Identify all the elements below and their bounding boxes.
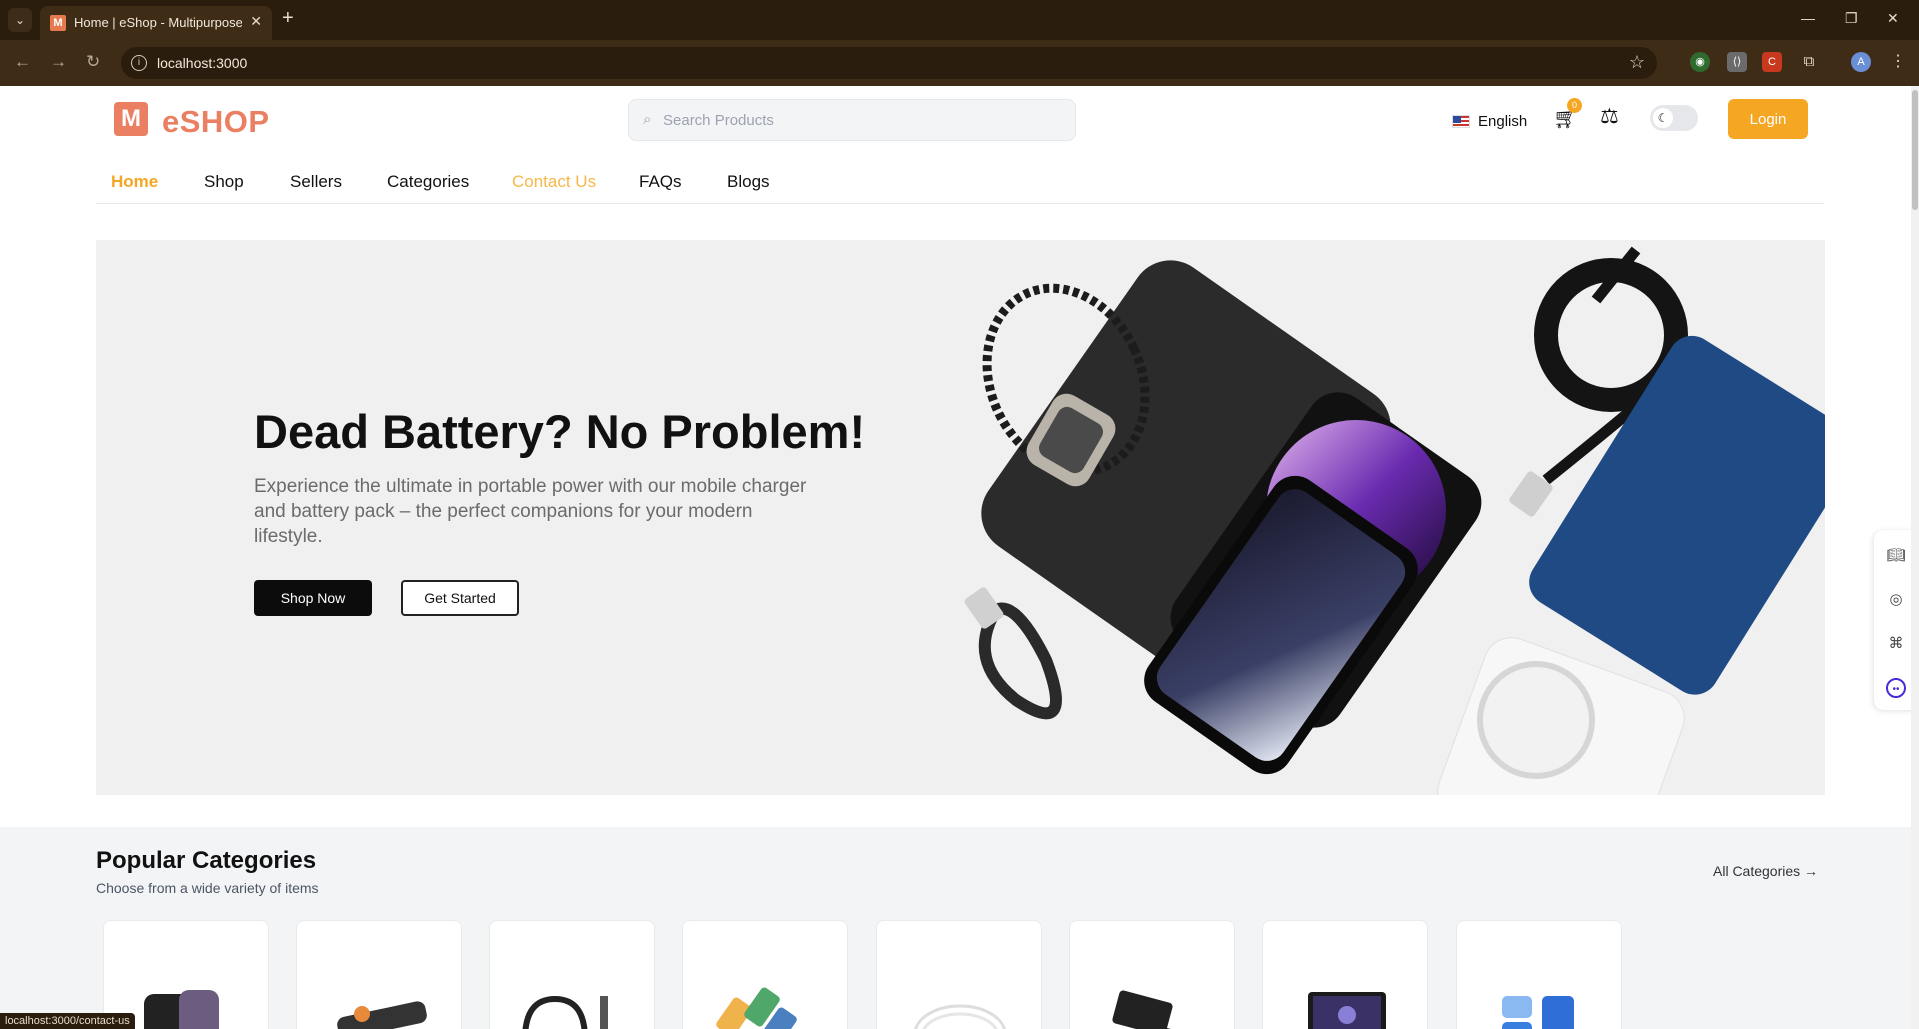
main-nav: Home Shop Sellers Categories Contact Us … xyxy=(96,150,1824,204)
close-window-icon[interactable]: ✕ xyxy=(1887,10,1899,27)
page: M eSHOP ⌕ English 🛒︎ 0 ⚖ ☾ Login Home Sh… xyxy=(0,86,1919,1029)
hero-title: Dead Battery? No Problem! xyxy=(254,405,866,458)
page-scrollbar[interactable] xyxy=(1911,86,1919,1029)
profile-avatar[interactable]: A xyxy=(1851,52,1871,72)
us-flag-icon xyxy=(1452,115,1470,128)
hero-product-image xyxy=(964,246,1825,795)
assistant-icon[interactable]: •• xyxy=(1886,678,1906,698)
forward-icon[interactable]: → xyxy=(50,52,67,72)
tab-search-button[interactable]: ⌄ xyxy=(8,8,32,32)
reload-icon[interactable]: ↻ xyxy=(86,52,100,72)
category-image xyxy=(1308,992,1386,1029)
search-icon: ⌕ xyxy=(643,111,652,128)
moon-icon: ☾ xyxy=(1653,108,1673,128)
shop-now-button[interactable]: Shop Now xyxy=(254,580,372,616)
back-icon[interactable]: ← xyxy=(14,52,31,72)
site-logo[interactable]: M eSHOP xyxy=(114,100,314,140)
hero-subtitle: Experience the ultimate in portable powe… xyxy=(254,476,807,547)
login-button[interactable]: Login xyxy=(1728,99,1808,139)
link-status-bar: localhost:3000/contact-us xyxy=(0,1013,135,1029)
category-card-3[interactable] xyxy=(489,920,655,1029)
browser-menu-icon[interactable]: ⋮ xyxy=(1888,52,1908,72)
logo-text: eSHOP xyxy=(162,104,270,139)
browser-tab-bar: ⌄ M Home | eShop - Multipurpose E ✕ + — … xyxy=(0,0,1919,40)
extensions-puzzle-icon[interactable]: ⧉ xyxy=(1799,52,1819,72)
compare-scale-icon[interactable]: ⚖ xyxy=(1600,104,1619,129)
nav-blogs[interactable]: Blogs xyxy=(727,172,770,192)
popular-title: Popular Categories xyxy=(96,847,317,874)
broadcast-icon[interactable]: ◎ xyxy=(1886,590,1906,610)
category-card-8[interactable] xyxy=(1456,920,1622,1029)
cart-count-badge: 0 xyxy=(1567,98,1582,113)
category-card-5[interactable] xyxy=(876,920,1042,1029)
popular-categories-section: Popular Categories Choose from a wide va… xyxy=(0,827,1911,1029)
category-card-4[interactable] xyxy=(682,920,848,1029)
logo-mark: M xyxy=(114,102,148,136)
bookmark-star-icon[interactable]: ☆ xyxy=(1629,52,1645,73)
nav-contact-us[interactable]: Contact Us xyxy=(512,172,596,192)
language-label: English xyxy=(1478,113,1528,130)
minimize-icon[interactable]: — xyxy=(1801,10,1815,26)
nav-faqs[interactable]: FAQs xyxy=(639,172,682,192)
grid-icon[interactable]: ⌘ xyxy=(1886,634,1906,654)
new-tab-button[interactable]: + xyxy=(282,7,294,30)
all-categories-link[interactable]: All Categories → xyxy=(1713,863,1818,879)
tab-title: Home | eShop - Multipurpose E xyxy=(74,15,242,30)
arrow-right-icon: → xyxy=(1804,863,1819,879)
category-image xyxy=(716,987,797,1029)
site-info-icon[interactable]: i xyxy=(131,55,147,71)
nav-sellers[interactable]: Sellers xyxy=(290,172,342,192)
category-card-7[interactable] xyxy=(1262,920,1428,1029)
browser-tab[interactable]: M Home | eShop - Multipurpose E ✕ xyxy=(40,6,272,40)
nav-home[interactable]: Home xyxy=(111,172,158,192)
close-icon[interactable]: ✕ xyxy=(250,13,262,30)
tab-favicon: M xyxy=(50,15,66,31)
restore-icon[interactable]: ❐ xyxy=(1845,10,1858,27)
nav-shop[interactable]: Shop xyxy=(204,172,244,192)
get-started-button[interactable]: Get Started xyxy=(401,580,519,616)
book-icon[interactable]: 📖︎ xyxy=(1886,546,1906,566)
address-bar[interactable]: i localhost:3000 ☆ xyxy=(121,47,1657,79)
browser-toolbar: ← → ↻ i localhost:3000 ☆ xyxy=(0,40,1919,86)
theme-toggle[interactable]: ☾ xyxy=(1650,105,1698,131)
popular-subtitle: Choose from a wide variety of items xyxy=(96,880,319,896)
category-image xyxy=(914,1004,1006,1029)
address-url: localhost:3000 xyxy=(157,55,248,71)
extension-red-icon[interactable]: C xyxy=(1762,52,1782,72)
nav-categories[interactable]: Categories xyxy=(387,172,469,192)
all-categories-label: All Categories xyxy=(1713,863,1801,879)
category-image xyxy=(1502,996,1574,1029)
search-input[interactable] xyxy=(663,109,1063,131)
hero-banner: Dead Battery? No Problem! Experience the… xyxy=(96,240,1825,795)
scrollbar-thumb[interactable] xyxy=(1912,90,1918,210)
category-image xyxy=(337,1001,427,1029)
category-card-2[interactable] xyxy=(296,920,462,1029)
category-card-6[interactable] xyxy=(1069,920,1235,1029)
category-image xyxy=(522,995,608,1029)
category-image xyxy=(1112,990,1173,1029)
extension-code-icon[interactable]: ⟨⟩ xyxy=(1727,52,1747,72)
extension-green-icon[interactable]: ◉ xyxy=(1690,52,1710,72)
search-box: ⌕ xyxy=(628,99,1076,141)
